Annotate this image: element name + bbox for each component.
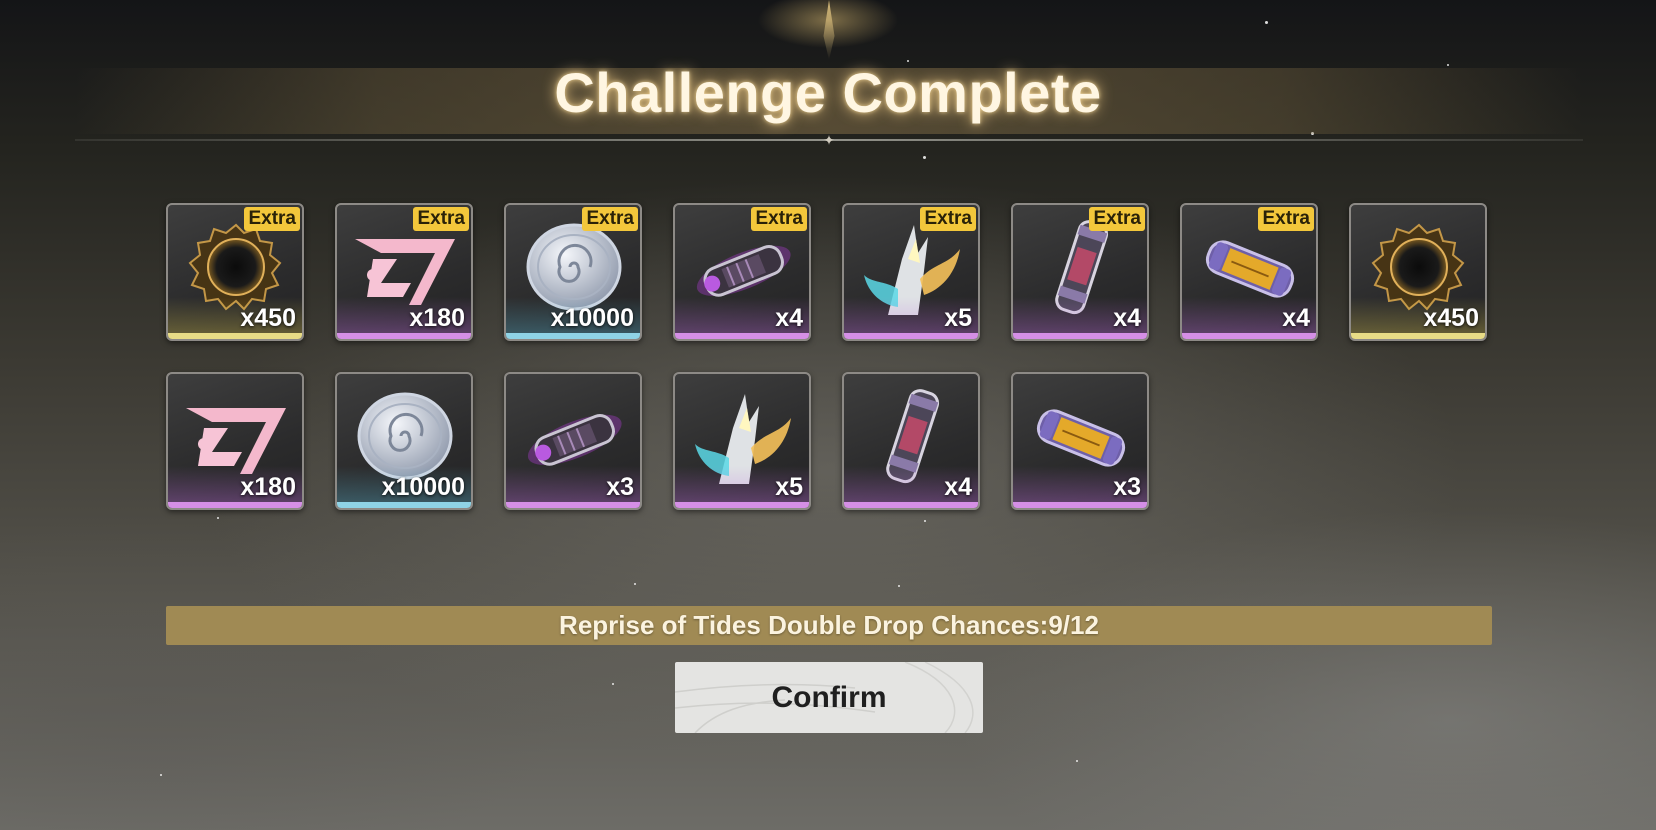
sparkle [1076,760,1078,762]
reward-item[interactable]: x3 [504,372,642,510]
confirm-label: Confirm [771,680,887,714]
item-quantity: x450 [1423,304,1479,332]
reward-item[interactable]: Extra x5 [842,203,980,341]
item-quantity: x180 [409,304,465,332]
rarity-bar [1013,502,1147,508]
extra-badge: Extra [582,207,638,231]
reward-item[interactable]: x180 [166,372,304,510]
reward-item[interactable]: Extra x4 [673,203,811,341]
item-quantity: x4 [944,473,972,501]
rarity-bar [675,333,809,339]
rarity-bar [675,502,809,508]
reward-item[interactable]: x3 [1011,372,1149,510]
reward-item[interactable]: x4 [842,372,980,510]
rarity-bar [844,502,978,508]
extra-badge: Extra [1258,207,1314,231]
rarity-bar [1351,333,1485,339]
extra-badge: Extra [751,207,807,231]
sparkle [1265,21,1268,24]
extra-badge: Extra [244,207,300,231]
rarity-bar [506,502,640,508]
sparkle [217,517,219,519]
rarity-bar [844,333,978,339]
sparkle [160,774,162,776]
rarity-bar [506,333,640,339]
rarity-bar [168,502,302,508]
reward-item[interactable]: x10000 [335,372,473,510]
confirm-button[interactable]: Confirm [675,662,983,733]
item-quantity: x4 [1113,304,1141,332]
rarity-bar [337,333,471,339]
reward-item[interactable]: Extra x4 [1180,203,1318,341]
item-quantity: x4 [1282,304,1310,332]
reward-item[interactable]: Extra x10000 [504,203,642,341]
reward-item[interactable]: Extra x450 [166,203,304,341]
reward-item[interactable]: x5 [673,372,811,510]
extra-badge: Extra [413,207,469,231]
page-title: Challenge Complete [554,61,1102,124]
reward-item[interactable]: x450 [1349,203,1487,341]
item-quantity: x4 [775,304,803,332]
item-quantity: x180 [240,473,296,501]
item-quantity: x10000 [550,304,634,332]
sparkle [634,583,636,585]
divider-ornament-icon: ✦ [823,132,835,148]
item-quantity: x10000 [381,473,465,501]
extra-badge: Extra [920,207,976,231]
item-quantity: x3 [1113,473,1141,501]
sparkle [898,585,900,587]
double-drop-banner: Reprise of Tides Double Drop Chances:9/1… [166,606,1492,645]
rarity-bar [168,333,302,339]
item-quantity: x450 [240,304,296,332]
sparkle [612,683,614,685]
sparkle [924,520,926,522]
rarity-bar [1013,333,1147,339]
rarity-bar [337,502,471,508]
item-quantity: x3 [606,473,634,501]
item-quantity: x5 [944,304,972,332]
sparkle [923,156,926,159]
item-quantity: x5 [775,473,803,501]
rarity-bar [1182,333,1316,339]
reward-item[interactable]: Extra x4 [1011,203,1149,341]
extra-badge: Extra [1089,207,1145,231]
reward-item[interactable]: Extra x180 [335,203,473,341]
